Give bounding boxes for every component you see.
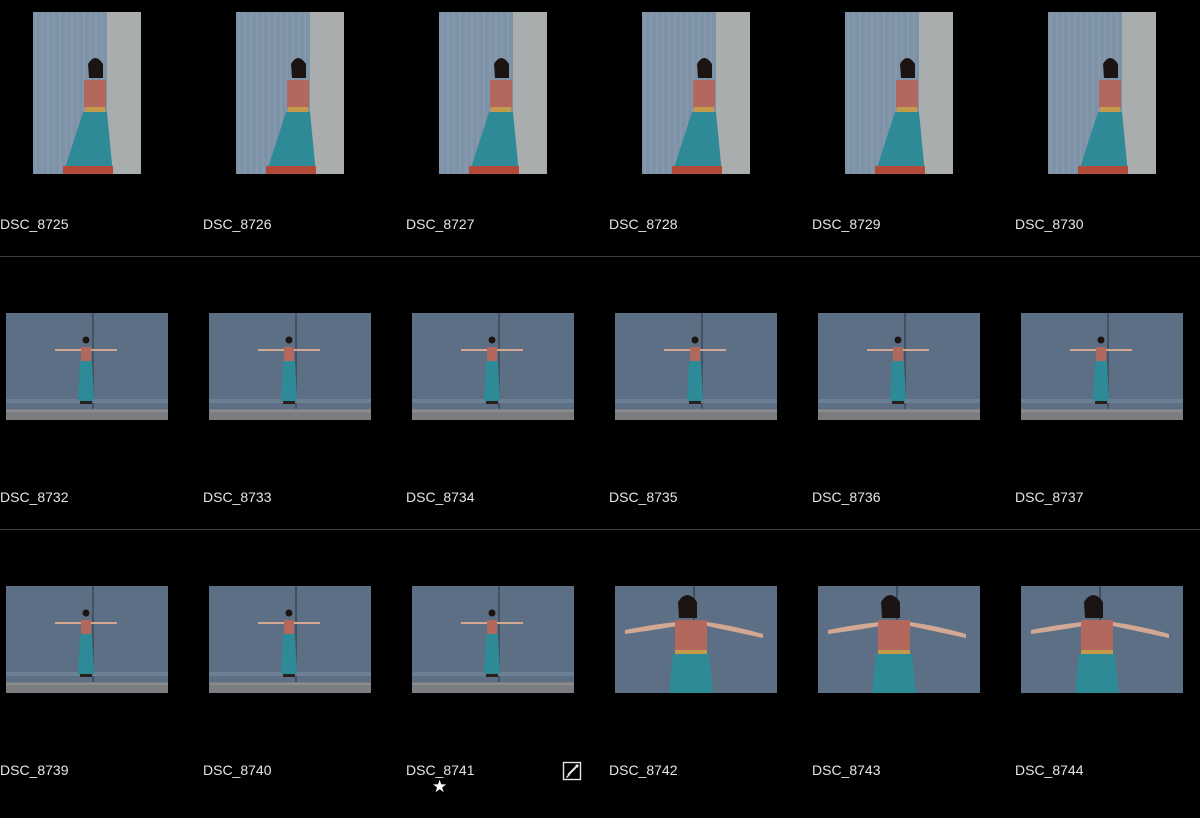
photo-thumbnail[interactable] <box>642 12 750 174</box>
photo-thumbnail[interactable] <box>845 12 953 174</box>
photo-cell[interactable]: DSC_8726 <box>203 0 406 256</box>
photo-thumbnail[interactable] <box>6 313 168 420</box>
photo-cell[interactable]: DSC_8740 <box>203 546 406 802</box>
photo-filename: DSC_8733 <box>203 489 272 505</box>
thumbnail-row: DSC_8739 DSC_8740 DSC_8741 ★ DSC_8742 DS… <box>0 546 1200 818</box>
photo-cell[interactable]: DSC_8737 <box>1015 273 1200 529</box>
photo-cell[interactable]: DSC_8735 <box>609 273 812 529</box>
photo-cell[interactable]: DSC_8742 <box>609 546 812 802</box>
photo-filename: DSC_8743 <box>812 762 881 778</box>
edit-brush-icon[interactable] <box>562 761 582 781</box>
photo-cell[interactable]: DSC_8727 <box>406 0 609 256</box>
photo-filename: DSC_8734 <box>406 489 475 505</box>
photo-cell[interactable]: DSC_8736 <box>812 273 1015 529</box>
photo-thumbnail[interactable] <box>33 12 141 174</box>
photo-filename: DSC_8742 <box>609 762 678 778</box>
photo-thumbnail[interactable] <box>1021 313 1183 420</box>
photo-filename: DSC_8726 <box>203 216 272 232</box>
photo-cell[interactable]: DSC_8732 <box>0 273 203 529</box>
photo-thumbnail[interactable] <box>818 586 980 693</box>
photo-filename: DSC_8725 <box>0 216 69 232</box>
photo-filename: DSC_8729 <box>812 216 881 232</box>
photo-thumbnail[interactable] <box>818 313 980 420</box>
photo-filename: DSC_8735 <box>609 489 678 505</box>
photo-filename: DSC_8732 <box>0 489 69 505</box>
photo-filename: DSC_8736 <box>812 489 881 505</box>
photo-cell[interactable]: DSC_8734 <box>406 273 609 529</box>
photo-thumbnail[interactable] <box>412 313 574 420</box>
star-icon[interactable]: ★ <box>432 778 447 796</box>
thumbnail-row: DSC_8725 DSC_8726 DSC_8727 DSC_8728 DSC_… <box>0 0 1200 272</box>
photo-thumbnail[interactable] <box>615 586 777 693</box>
photo-cell[interactable]: DSC_8729 <box>812 0 1015 256</box>
photo-thumbnail[interactable] <box>1048 12 1156 174</box>
photo-cell[interactable]: DSC_8741 ★ <box>406 546 609 802</box>
photo-filename: DSC_8739 <box>0 762 69 778</box>
photo-filename: DSC_8730 <box>1015 216 1084 232</box>
photo-cell[interactable]: DSC_8725 <box>0 0 203 256</box>
photo-filename: DSC_8744 <box>1015 762 1084 778</box>
photo-thumbnail[interactable] <box>209 313 371 420</box>
photo-cell[interactable]: DSC_8730 <box>1015 0 1200 256</box>
photo-cell[interactable]: DSC_8743 <box>812 546 1015 802</box>
photo-thumbnail[interactable] <box>615 313 777 420</box>
photo-thumbnail[interactable] <box>412 586 574 693</box>
photo-cell[interactable]: DSC_8728 <box>609 0 812 256</box>
photo-cell[interactable]: DSC_8733 <box>203 273 406 529</box>
photo-thumbnail[interactable] <box>209 586 371 693</box>
thumbnail-grid: DSC_8725 DSC_8726 DSC_8727 DSC_8728 DSC_… <box>0 0 1200 800</box>
photo-thumbnail[interactable] <box>1021 586 1183 693</box>
photo-thumbnail[interactable] <box>6 586 168 693</box>
photo-thumbnail[interactable] <box>439 12 547 174</box>
photo-filename: DSC_8727 <box>406 216 475 232</box>
thumbnail-row: DSC_8732 DSC_8733 DSC_8734 DSC_8735 DSC_… <box>0 273 1200 545</box>
photo-filename: DSC_8728 <box>609 216 678 232</box>
photo-cell[interactable]: DSC_8739 <box>0 546 203 802</box>
photo-thumbnail[interactable] <box>236 12 344 174</box>
photo-filename: DSC_8740 <box>203 762 272 778</box>
photo-filename: DSC_8737 <box>1015 489 1084 505</box>
photo-cell[interactable]: DSC_8744 <box>1015 546 1200 802</box>
